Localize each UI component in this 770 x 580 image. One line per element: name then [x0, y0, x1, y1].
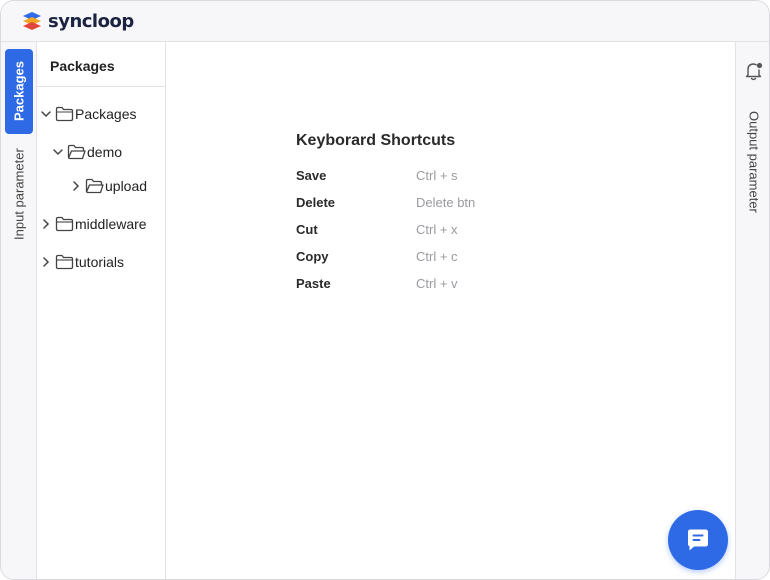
chevron-right-icon[interactable]: [69, 179, 83, 193]
shortcut-row: Save Ctrl + s: [296, 168, 475, 195]
chevron-right-icon[interactable]: [39, 217, 53, 231]
folder-icon: [55, 254, 74, 270]
logo-text: syncloop: [48, 10, 134, 32]
chevron-down-icon[interactable]: [39, 107, 53, 121]
tree-item-middleware[interactable]: middleware: [39, 213, 147, 235]
tab-packages[interactable]: Packages: [5, 49, 33, 134]
shortcut-row: Cut Ctrl + x: [296, 222, 475, 249]
shortcut-row: Paste Ctrl + v: [296, 276, 475, 303]
chevron-down-icon[interactable]: [51, 145, 65, 159]
chevron-right-icon[interactable]: [39, 255, 53, 269]
tree-item-label: Packages: [75, 106, 137, 122]
shortcut-action: Delete: [296, 195, 336, 210]
panel-title: Packages: [37, 42, 165, 87]
left-tab-rail: Packages Input parameter: [1, 42, 37, 579]
keyboard-shortcuts-panel: Keyborard Shortcuts Save Ctrl + s Delete…: [296, 132, 475, 303]
folder-icon: [55, 216, 74, 232]
folder-icon: [55, 106, 74, 122]
tree-item-label: middleware: [75, 216, 147, 232]
tab-output-parameter[interactable]: Output parameter: [742, 102, 766, 222]
tree-item-upload[interactable]: upload: [69, 175, 147, 197]
shortcut-action: Cut: [296, 222, 318, 237]
package-tree-panel: Packages Packages demo upload middleware…: [37, 42, 166, 579]
shortcut-keys: Delete btn: [416, 195, 476, 210]
shortcut-row: Copy Ctrl + c: [296, 249, 475, 276]
folder-open-icon: [67, 144, 86, 160]
right-tab-rail: Output parameter: [735, 42, 769, 579]
app-window: syncloop Packages Input parameter Packag…: [0, 0, 770, 580]
app-header: syncloop: [1, 1, 769, 42]
folder-open-icon: [85, 178, 104, 194]
shortcut-action: Paste: [296, 276, 331, 291]
syncloop-logo-icon: [23, 12, 41, 30]
shortcut-row: Delete Delete btn: [296, 195, 475, 222]
tree-item-label: upload: [105, 178, 148, 194]
shortcut-keys: Ctrl + x: [416, 222, 458, 237]
shortcut-keys: Ctrl + v: [416, 276, 458, 291]
tree-item-label: tutorials: [75, 254, 125, 270]
chat-button[interactable]: [668, 510, 728, 570]
tree-item-tutorials[interactable]: tutorials: [39, 251, 124, 273]
tree-item-label: demo: [87, 144, 123, 160]
shortcut-keys: Ctrl + c: [416, 249, 458, 264]
logo[interactable]: syncloop: [21, 10, 134, 32]
shortcuts-title: Keyborard Shortcuts: [296, 132, 456, 149]
tree-item-demo[interactable]: demo: [51, 141, 122, 163]
chat-icon: [688, 529, 708, 551]
tab-input-parameter[interactable]: Input parameter: [5, 138, 33, 250]
shortcut-action: Save: [296, 168, 327, 183]
shortcut-keys: Ctrl + s: [416, 168, 458, 183]
main-canvas: Keyborard Shortcuts Save Ctrl + s Delete…: [166, 42, 735, 579]
shortcut-action: Copy: [296, 249, 329, 264]
bell-icon[interactable]: [743, 60, 765, 82]
tree-item-packages[interactable]: Packages: [39, 103, 136, 125]
